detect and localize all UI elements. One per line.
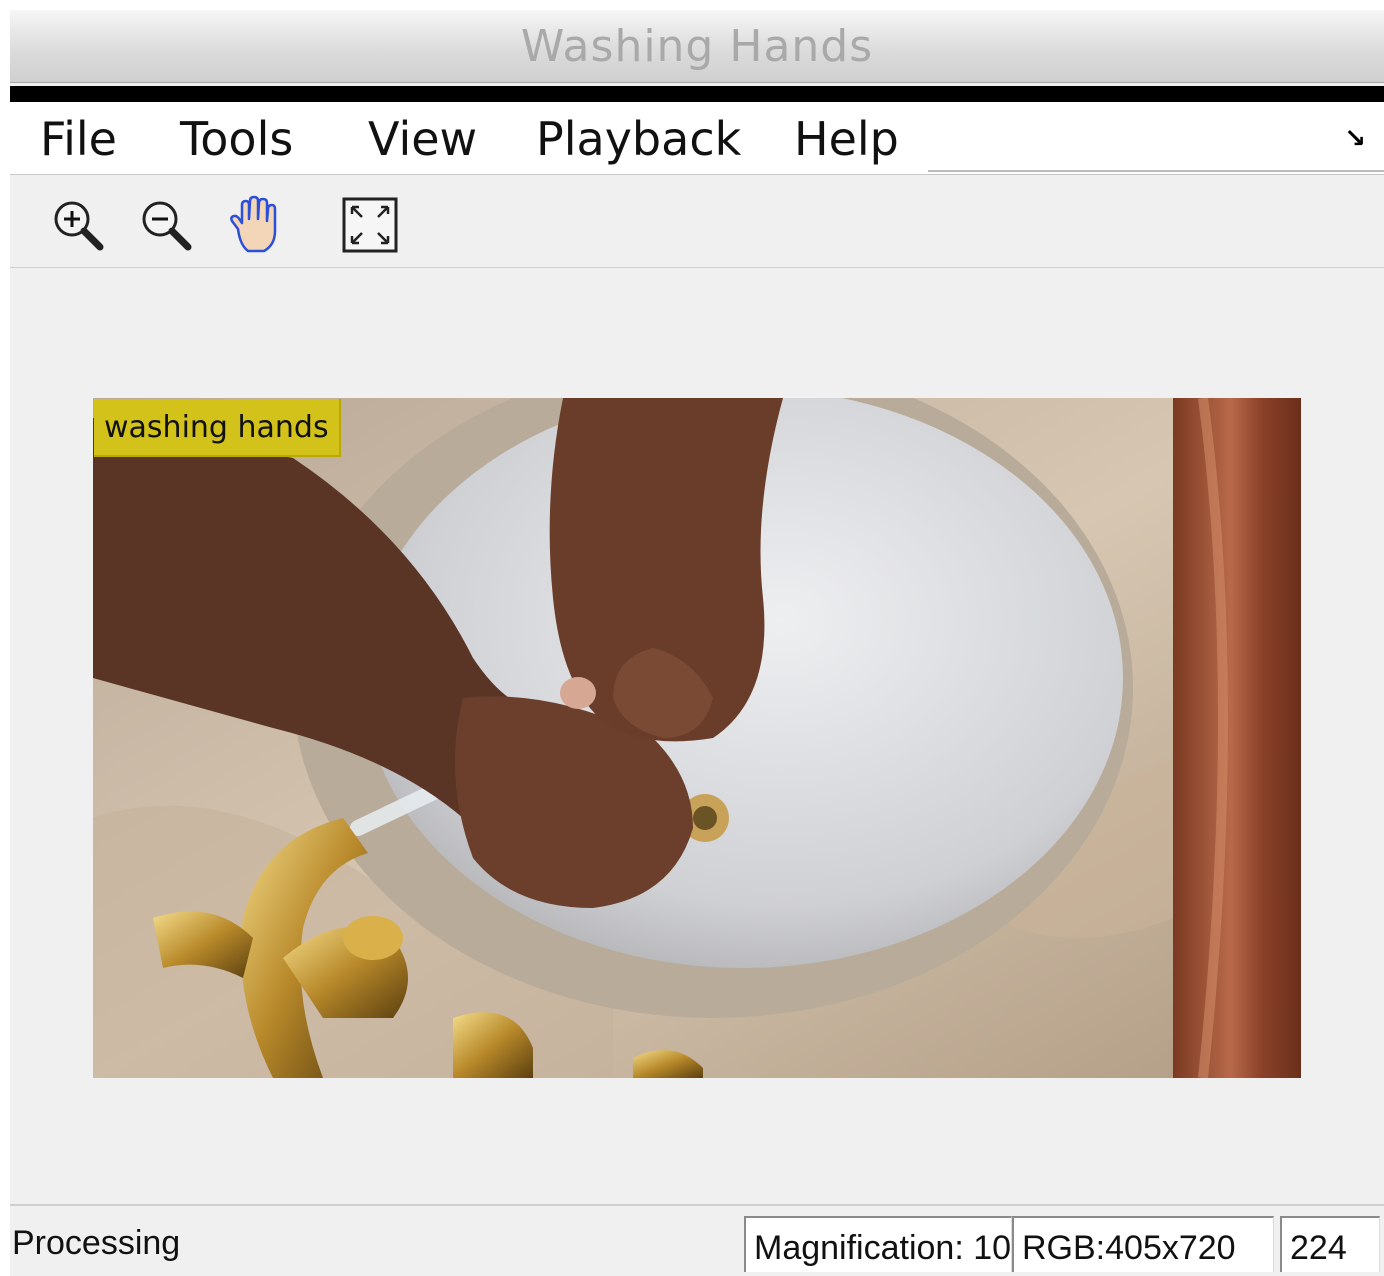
magnification-field: Magnification: 10: [744, 1216, 1012, 1272]
fit-window-icon: [342, 197, 398, 253]
menu-view[interactable]: View: [368, 102, 477, 174]
video-viewer-window: Washing Hands File Tools View Playback H…: [10, 10, 1384, 1276]
zoom-out-icon: [142, 201, 192, 251]
image-display-area: washing hands: [10, 268, 1384, 1204]
menu-file[interactable]: File: [40, 102, 117, 174]
frame-number-field: 224: [1280, 1216, 1380, 1272]
pan-button[interactable]: [224, 195, 284, 255]
classification-label: washing hands: [94, 399, 341, 457]
title-bar[interactable]: Washing Hands: [10, 10, 1384, 83]
zoom-in-button[interactable]: [48, 195, 108, 255]
menu-playback[interactable]: Playback: [536, 102, 741, 174]
toolbar: [10, 175, 1384, 268]
image-info-field: RGB:405x720: [1012, 1216, 1274, 1272]
video-frame[interactable]: washing hands: [93, 398, 1301, 1078]
video-frame-image: [93, 398, 1301, 1078]
menu-divider: [928, 170, 1384, 172]
menu-bar: File Tools View Playback Help ↘: [10, 102, 1384, 175]
zoom-in-icon: [54, 201, 104, 251]
status-bar: Processing Magnification: 10 RGB:405x720…: [10, 1204, 1384, 1276]
zoom-out-button[interactable]: [136, 195, 196, 255]
hand-pan-icon: [230, 195, 277, 253]
title-divider: [10, 86, 1384, 102]
window-title: Washing Hands: [520, 20, 874, 72]
menu-tools[interactable]: Tools: [180, 102, 293, 174]
undock-arrow-icon[interactable]: ↘: [1344, 124, 1366, 154]
fit-to-window-button[interactable]: [340, 195, 400, 255]
status-processing: Processing: [12, 1224, 181, 1262]
menu-help[interactable]: Help: [794, 102, 899, 174]
